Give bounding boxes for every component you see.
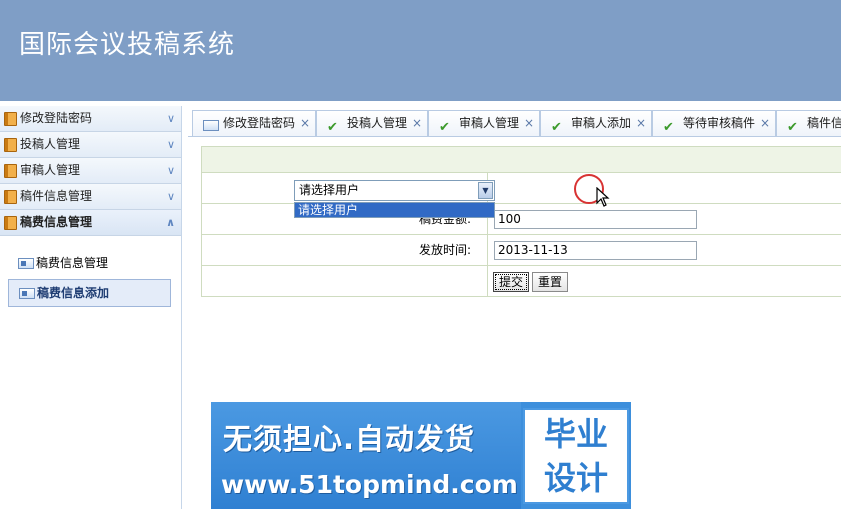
sidebar-section-label: 审稿人管理 [20,163,81,177]
sidebar-item-fee-manage[interactable]: 稿费信息管理 [8,250,171,278]
badge-line-1: 毕业 [543,415,608,453]
sidebar: 修改登陆密码 ∨ 投稿人管理 ∨ 审稿人管理 ∨ 稿件信息管理 ∨ 稿费信息管理… [0,106,182,509]
banner-url: www.51topmind.com [221,470,518,499]
form-header-row [201,146,841,173]
tab-manuscript-info[interactable]: ✔ 稿件信 [776,110,841,136]
date-label: 发放时间: [202,235,488,265]
check-icon: ✔ [551,120,562,135]
sidebar-section-password[interactable]: 修改登陆密码 ∨ [0,106,181,132]
picture-icon [203,120,219,131]
form-row-actions: 提交 重置 [201,266,841,297]
close-icon[interactable]: × [412,111,422,136]
ad-banner[interactable]: 无须担心.自动发货 www.51topmind.com 毕业 设计 [211,402,631,509]
sidebar-item-label: 稿费信息管理 [36,256,109,270]
chevron-down-icon: ∨ [166,190,175,203]
sidebar-section-label: 投稿人管理 [20,137,81,151]
user-select-option[interactable]: 请选择用户 [294,202,495,218]
book-icon [4,112,17,126]
picture-icon [19,288,35,299]
tab-bar: 修改登陆密码 × ✔ 投稿人管理 × ✔ 审稿人管理 × ✔ 审稿人添加 × ✔… [188,107,841,137]
check-icon: ✔ [327,120,338,135]
sidebar-section-body: 稿费信息管理 稿费信息添加 [0,236,181,307]
chevron-down-icon: ∨ [166,138,175,151]
tab-label: 审稿人管理 [459,116,520,130]
app-header: 国际会议投稿系统 [0,0,841,101]
sidebar-item-fee-add[interactable]: 稿费信息添加 [8,279,171,307]
date-cell: 2013-11-13 [489,235,841,265]
user-select-value: 请选择用户 [299,183,360,197]
sidebar-section-label: 稿件信息管理 [20,189,93,203]
user-select[interactable]: 请选择用户 ▼ [294,180,495,201]
badge-line-2: 设计 [543,459,608,497]
banner-left: 无须担心.自动发货 www.51topmind.com [211,402,521,509]
sidebar-section-submitters[interactable]: 投稿人管理 ∨ [0,132,181,158]
tab-label: 审稿人添加 [571,116,632,130]
tab-label: 稿件信 [807,116,841,130]
fee-form: 用户信息: 稿费金额: 100 发放时间: 2013-11-13 提交 重置 [201,146,841,297]
form-row-date: 发放时间: 2013-11-13 [201,235,841,266]
chevron-up-icon: ∧ [166,216,175,229]
reset-button[interactable]: 重置 [532,272,569,292]
tab-label: 等待审核稿件 [683,116,756,130]
book-icon [4,138,17,152]
close-icon[interactable]: × [300,111,310,136]
app-title: 国际会议投稿系统 [19,30,236,60]
tab-pending-review[interactable]: ✔ 等待审核稿件 × [652,110,777,136]
date-input[interactable]: 2013-11-13 [494,241,697,260]
picture-icon [18,258,34,269]
check-icon: ✔ [787,120,798,135]
sidebar-section-manuscripts[interactable]: 稿件信息管理 ∨ [0,184,181,210]
chevron-down-icon: ∨ [166,164,175,177]
sidebar-section-label: 稿费信息管理 [20,215,93,229]
banner-badge: 毕业 设计 [523,408,629,504]
submit-button[interactable]: 提交 [493,272,530,292]
check-icon: ✔ [439,120,450,135]
banner-slogan: 无须担心.自动发货 [223,422,476,456]
fee-input[interactable]: 100 [494,210,697,229]
dropdown-arrow-icon[interactable]: ▼ [478,182,493,199]
book-icon [4,190,17,204]
tab-submitters[interactable]: ✔ 投稿人管理 × [316,110,429,136]
sidebar-item-label: 稿费信息添加 [37,286,110,300]
tab-change-password[interactable]: 修改登陆密码 × [192,110,317,136]
actions-cell: 提交 重置 [489,266,841,296]
close-icon[interactable]: × [636,111,646,136]
actions-label-cell [202,266,488,296]
sidebar-section-label: 修改登陆密码 [20,111,93,125]
close-icon[interactable]: × [760,111,770,136]
user-cell [489,173,841,203]
fee-cell: 100 [489,204,841,234]
tab-label: 修改登陆密码 [223,116,296,130]
check-icon: ✔ [663,120,674,135]
tab-label: 投稿人管理 [347,116,408,130]
tab-reviewers[interactable]: ✔ 审稿人管理 × [428,110,541,136]
sidebar-section-reviewers[interactable]: 审稿人管理 ∨ [0,158,181,184]
book-icon [4,164,17,178]
sidebar-section-fees[interactable]: 稿费信息管理 ∧ [0,210,181,236]
chevron-down-icon: ∨ [166,112,175,125]
book-icon [4,216,17,230]
tab-add-reviewer[interactable]: ✔ 审稿人添加 × [540,110,653,136]
close-icon[interactable]: × [524,111,534,136]
